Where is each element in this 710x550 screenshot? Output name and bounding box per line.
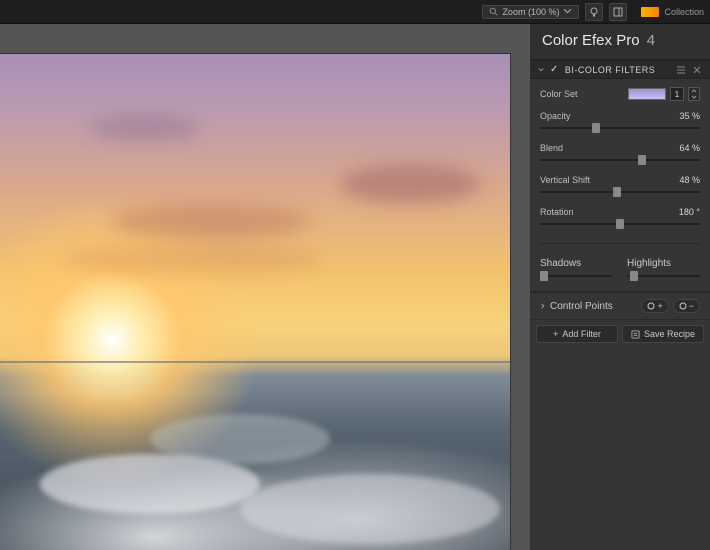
param-label: Rotation: [540, 207, 574, 217]
panel-title: Color Efex Pro 4: [530, 24, 710, 60]
param-value: 48 %: [679, 175, 700, 185]
param-opacity: Opacity 35 %: [540, 111, 700, 133]
param-color-set: Color Set 1: [540, 87, 700, 101]
color-set-index[interactable]: 1: [670, 87, 684, 101]
param-highlights: Highlights: [627, 258, 700, 281]
rotation-slider[interactable]: [540, 219, 700, 229]
param-value: 180 °: [679, 207, 700, 217]
chevron-up-icon: [691, 89, 697, 93]
panel-toggle-button[interactable]: [609, 3, 627, 21]
param-label: Opacity: [540, 111, 571, 121]
shadows-slider[interactable]: [540, 271, 613, 281]
button-label: Add Filter: [562, 329, 601, 339]
save-recipe-button[interactable]: Save Recipe: [622, 325, 704, 343]
param-rotation: Rotation 180 °: [540, 207, 700, 229]
background-toggle-button[interactable]: [585, 3, 603, 21]
circle-icon: [679, 302, 687, 310]
action-buttons: + Add Filter Save Recipe: [530, 320, 710, 348]
options-icon[interactable]: [676, 65, 686, 75]
search-icon: [489, 7, 498, 16]
brand: Collection: [641, 7, 704, 17]
app-version: 4: [647, 32, 655, 49]
zoom-control[interactable]: Zoom (100 %): [482, 5, 579, 19]
chevron-right-icon: [540, 303, 546, 309]
param-value: 35 %: [679, 111, 700, 121]
chevron-down-icon: [691, 95, 697, 99]
panel-icon: [613, 7, 623, 17]
slider-thumb[interactable]: [592, 123, 600, 133]
filter-panel: Color Efex Pro 4 ✓ BI-COLOR FILTERS Colo…: [530, 24, 710, 550]
main-area: Color Efex Pro 4 ✓ BI-COLOR FILTERS Colo…: [0, 24, 710, 550]
control-points-label: Control Points: [550, 301, 613, 312]
canvas-viewport[interactable]: [0, 24, 530, 550]
add-positive-control-point[interactable]: +: [641, 299, 668, 313]
brand-suite-label: Collection: [664, 7, 704, 17]
circle-icon: [647, 302, 655, 310]
chevron-down-icon: [563, 7, 572, 16]
filter-controls: Color Set 1 Opacity 35 %: [530, 79, 710, 292]
slider-thumb[interactable]: [638, 155, 646, 165]
control-points-row[interactable]: Control Points + −: [530, 292, 710, 320]
filter-section-header[interactable]: ✓ BI-COLOR FILTERS: [530, 60, 710, 79]
param-label: Highlights: [627, 258, 700, 269]
blend-slider[interactable]: [540, 155, 700, 165]
param-label: Vertical Shift: [540, 175, 590, 185]
top-toolbar: Zoom (100 %) Collection: [0, 0, 710, 24]
param-shadows: Shadows: [540, 258, 613, 281]
check-icon[interactable]: ✓: [550, 64, 559, 75]
opacity-slider[interactable]: [540, 123, 700, 133]
close-icon[interactable]: [692, 65, 702, 75]
app-name: Color Efex Pro: [542, 32, 640, 49]
slider-thumb[interactable]: [616, 219, 624, 229]
chevron-down-icon: [538, 67, 544, 73]
plus-icon: +: [657, 301, 662, 311]
add-filter-button[interactable]: + Add Filter: [536, 325, 618, 343]
param-label: Shadows: [540, 258, 613, 269]
color-swatch[interactable]: [628, 88, 666, 100]
param-vertical-shift: Vertical Shift 48 %: [540, 175, 700, 197]
filter-section-name: BI-COLOR FILTERS: [565, 65, 655, 75]
param-blend: Blend 64 %: [540, 143, 700, 165]
plus-icon: +: [553, 329, 558, 339]
slider-thumb[interactable]: [630, 271, 638, 281]
image-canvas[interactable]: [0, 54, 510, 550]
add-negative-control-point[interactable]: −: [673, 299, 700, 313]
zoom-label: Zoom (100 %): [502, 7, 559, 17]
color-set-stepper[interactable]: [688, 87, 700, 101]
protection-controls: Shadows Highlights: [540, 258, 700, 281]
light-bulb-icon: [589, 7, 599, 17]
slider-thumb[interactable]: [540, 271, 548, 281]
vshift-slider[interactable]: [540, 187, 700, 197]
slider-thumb[interactable]: [613, 187, 621, 197]
button-label: Save Recipe: [644, 329, 695, 339]
brand-logo-icon: [641, 7, 659, 17]
param-label: Blend: [540, 143, 563, 153]
recipe-icon: [631, 330, 640, 339]
highlights-slider[interactable]: [627, 271, 700, 281]
divider: [540, 243, 700, 244]
minus-icon: −: [689, 301, 694, 311]
param-label: Color Set: [540, 89, 578, 99]
param-value: 64 %: [679, 143, 700, 153]
